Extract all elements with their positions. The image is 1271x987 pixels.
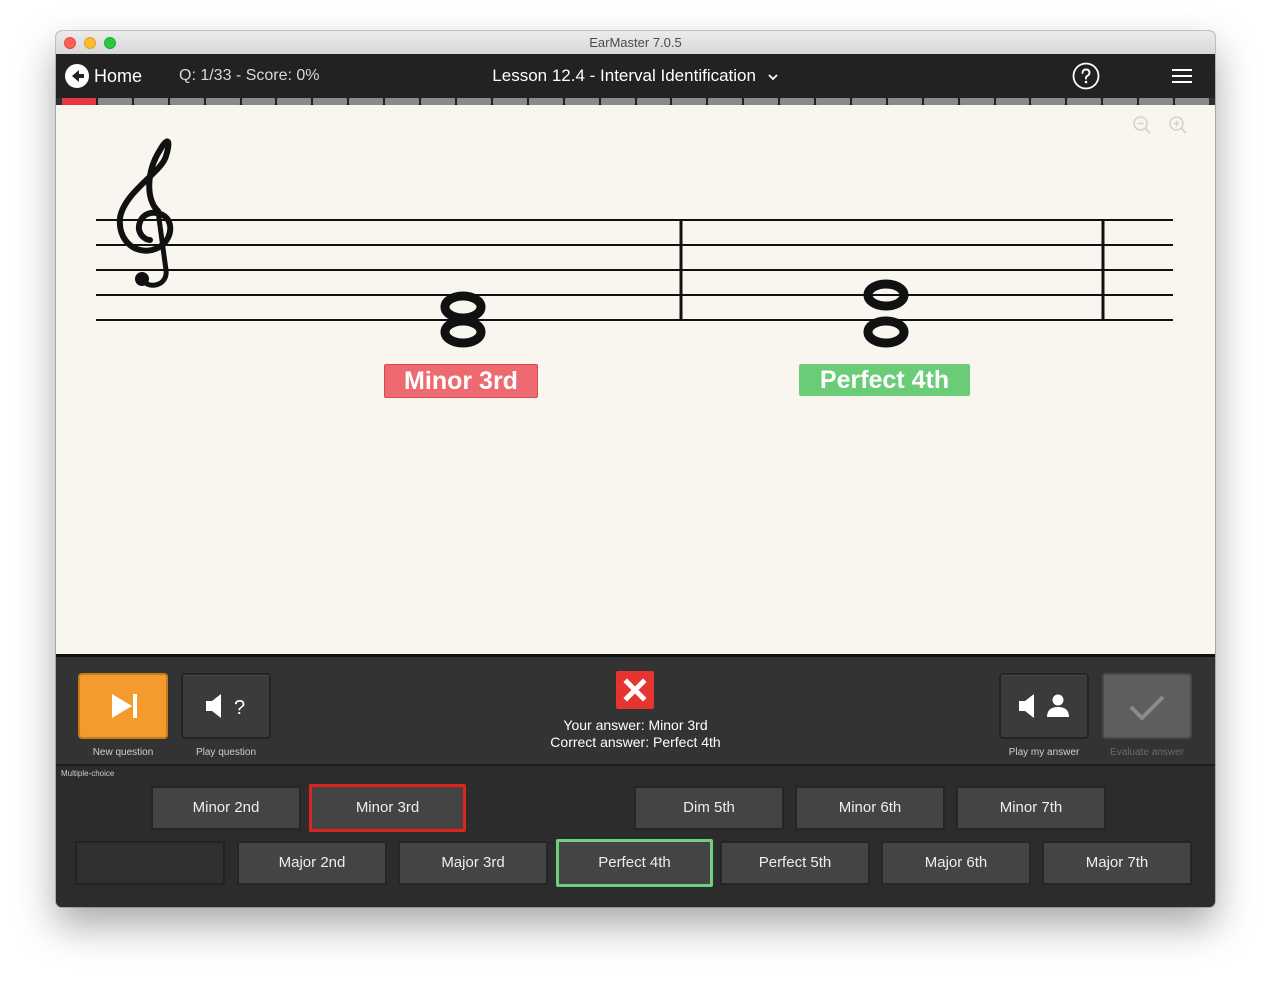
choice-major-6th[interactable]: Major 6th: [881, 841, 1031, 885]
progress-segment: [816, 98, 850, 105]
choice-major-7th[interactable]: Major 7th: [1042, 841, 1192, 885]
checkmark-icon: [1129, 695, 1165, 721]
progress-segment: [564, 98, 599, 105]
progress-segment: [1139, 98, 1174, 105]
progress-segment: [1103, 98, 1138, 105]
top-navigation-bar: Home Q: 1/33 - Score: 0% Lesson 12.4 - I…: [56, 54, 1215, 98]
progress-segment: [205, 98, 240, 105]
choice-minor-7th[interactable]: Minor 7th: [956, 786, 1106, 830]
progress-segment: [62, 98, 96, 105]
choice-major-2nd[interactable]: Major 2nd: [237, 841, 387, 885]
help-icon[interactable]: [1072, 62, 1100, 90]
lesson-progress-bar: [62, 98, 1209, 105]
progress-segment: [1031, 98, 1066, 105]
title-bar: EarMaster 7.0.5: [56, 31, 1215, 55]
treble-clef-icon: [116, 138, 174, 288]
question-score-status: Q: 1/33 - Score: 0%: [179, 67, 320, 84]
lesson-title: Lesson 12.4 - Interval Identification: [492, 66, 756, 85]
progress-segment: [744, 98, 779, 105]
window-title: EarMaster 7.0.5: [589, 35, 682, 50]
evaluate-answer-caption: Evaluate answer: [1110, 747, 1184, 758]
hamburger-menu-icon[interactable]: [1171, 66, 1193, 86]
progress-segment: [169, 98, 204, 105]
progress-segment: [456, 98, 491, 105]
wrong-answer-icon: [616, 671, 654, 709]
progress-segment: [708, 98, 743, 105]
progress-segment: [780, 98, 815, 105]
progress-segment: [887, 98, 922, 105]
progress-segment: [385, 98, 420, 105]
choice-minor-3rd[interactable]: Minor 3rd: [309, 784, 466, 832]
lesson-title-dropdown[interactable]: Lesson 12.4 - Interval Identification: [492, 66, 778, 85]
earmaster-window: EarMaster 7.0.5 Home Q: 1/33 - Score: 0%…: [56, 31, 1215, 907]
correct-answer-label: Perfect 4th: [799, 364, 970, 396]
speaker-person-icon: [1019, 694, 1069, 718]
progress-segment: [636, 98, 671, 105]
choice-dim-5th[interactable]: Dim 5th: [634, 786, 784, 830]
progress-segment: [672, 98, 707, 105]
wrong-answer-label: Minor 3rd: [384, 364, 538, 398]
progress-segment: [923, 98, 958, 105]
progress-segment: [851, 98, 886, 105]
progress-segment: [492, 98, 527, 105]
progress-segment: [1175, 98, 1209, 105]
progress-segment: [241, 98, 276, 105]
progress-segment: [528, 98, 563, 105]
evaluate-answer-button[interactable]: [1102, 673, 1192, 739]
progress-segment: [600, 98, 635, 105]
home-button[interactable]: Home: [64, 61, 142, 91]
choice-perfect-5th[interactable]: Perfect 5th: [720, 841, 870, 885]
choice-minor-6th[interactable]: Minor 6th: [795, 786, 945, 830]
multiple-choice-label: Multiple-choice: [61, 769, 115, 778]
chevron-down-icon: [768, 73, 778, 80]
progress-segment: [995, 98, 1030, 105]
home-label: Home: [94, 65, 143, 86]
progress-segment: [313, 98, 348, 105]
progress-segment: [421, 98, 455, 105]
play-my-answer-caption: Play my answer: [1008, 747, 1080, 758]
play-my-answer-button[interactable]: [999, 673, 1089, 739]
progress-segment: [277, 98, 312, 105]
staff-lines: [96, 219, 1173, 321]
choice-minor-2nd[interactable]: Minor 2nd: [151, 786, 301, 830]
progress-segment: [133, 98, 168, 105]
progress-segment: [1067, 98, 1102, 105]
progress-segment: [349, 98, 384, 105]
multiple-choice-panel: Multiple-choice Minor 2nd Minor 3rd Dim …: [56, 764, 1215, 907]
svg-text:?: ?: [234, 697, 245, 719]
music-staff: [96, 138, 1173, 348]
control-panel: New question ? Play question Your answer…: [56, 657, 1215, 764]
interval-notes-1: [440, 291, 486, 348]
notation-area: Minor 3rd Perfect 4th: [56, 105, 1215, 654]
progress-segment: [97, 98, 132, 105]
progress-segment: [959, 98, 994, 105]
choice-empty-slot: [75, 841, 225, 885]
choice-major-3rd[interactable]: Major 3rd: [398, 841, 548, 885]
choice-perfect-4th[interactable]: Perfect 4th: [556, 839, 713, 887]
interval-notes-2: [862, 279, 910, 348]
back-arrow-icon: [65, 64, 89, 88]
